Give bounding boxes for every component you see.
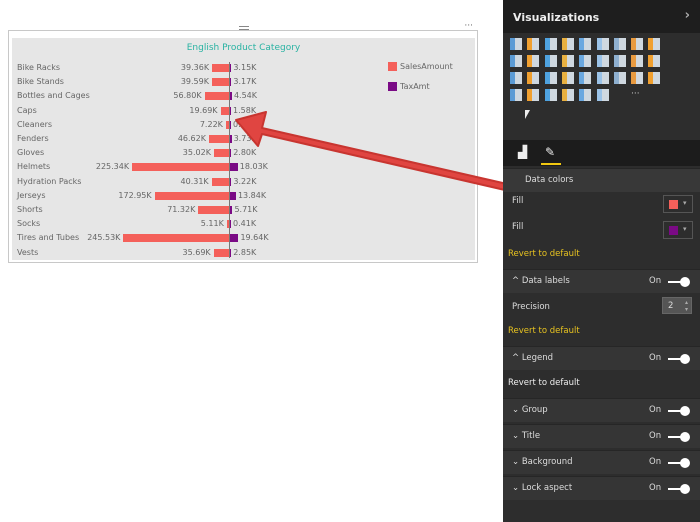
data-labels-toggle[interactable] (668, 277, 690, 287)
precision-value: 2 (668, 301, 674, 311)
kpi-visual-icon[interactable] (596, 72, 609, 84)
mouse-cursor-icon (525, 110, 530, 119)
filled-map-visual-icon[interactable] (510, 72, 522, 84)
fill-label-taxamt: Fill (512, 222, 524, 232)
precision-label: Precision (512, 302, 550, 312)
revert-legend-link[interactable]: Revert to default (508, 378, 580, 388)
section-title: Data labels (521, 276, 570, 286)
toggle-label: On (649, 457, 662, 467)
precision-spinner[interactable]: 2 ▴ ▾ (662, 297, 692, 314)
slicer-visual-icon[interactable] (613, 72, 626, 84)
clustered-column-visual-icon[interactable] (561, 38, 574, 50)
section-title: Group (521, 405, 548, 415)
stacked-column-visual-icon[interactable] (527, 38, 540, 50)
line-clustered-visual-icon[interactable] (510, 55, 522, 67)
map-visual-icon[interactable] (613, 55, 626, 67)
format-paintbrush-tab-icon[interactable]: ✎ (545, 145, 555, 159)
gauge-visual-icon[interactable] (544, 72, 557, 84)
clustered-bar-visual-icon[interactable] (544, 38, 557, 50)
section-title: Lock aspect (521, 483, 573, 493)
100-bar-visual-icon[interactable] (579, 38, 592, 50)
section-title: Legend (521, 353, 554, 363)
table-alt-visual-icon[interactable] (648, 72, 661, 84)
pane-title: Visualizations (513, 11, 600, 24)
revert-data-colors-link[interactable]: Revert to default (508, 249, 580, 259)
pane-header: Visualizations › (503, 0, 700, 33)
custom-d-visual-icon[interactable] (596, 89, 609, 101)
area-visual-icon[interactable] (631, 38, 644, 50)
custom-b-visual-icon[interactable] (561, 89, 574, 101)
collapse-chevron-icon[interactable]: › (685, 8, 690, 23)
custom-c-visual-icon[interactable] (579, 89, 592, 101)
section-group[interactable]: ⌄ Group On (503, 398, 700, 422)
toggle-label: On (649, 405, 662, 415)
funnel-visual-icon[interactable] (527, 72, 540, 84)
section-title[interactable]: ⌄ Title On (503, 424, 700, 448)
100-column-visual-icon[interactable] (596, 38, 609, 50)
line-column-visual-icon[interactable] (648, 38, 661, 50)
fill-color-picker-salesamount[interactable]: ▾ (663, 195, 693, 213)
waterfall-visual-icon[interactable] (544, 55, 557, 67)
toggle-label: On (649, 353, 662, 363)
section-title: Title (521, 431, 541, 441)
scatter-visual-icon[interactable] (561, 55, 574, 67)
arcgis-visual-icon[interactable] (510, 89, 522, 101)
stacked-bar-visual-icon[interactable] (510, 38, 522, 50)
active-tab-underline (541, 163, 561, 165)
title-toggle[interactable] (668, 432, 690, 442)
line-visual-icon[interactable] (613, 38, 626, 50)
multirow-card-visual-icon[interactable] (561, 72, 574, 84)
ribbon-visual-icon[interactable] (527, 55, 540, 67)
toggle-label: On (649, 276, 662, 286)
pane-tabs: ▟ ✎ (503, 140, 700, 166)
matrix-visual-icon[interactable] (648, 55, 661, 67)
card-visual-icon[interactable] (579, 72, 592, 84)
section-lock-aspect[interactable]: ⌄ Lock aspect On (503, 476, 700, 500)
section-legend[interactable]: ^ Legend On (503, 346, 700, 370)
legend-toggle[interactable] (668, 354, 690, 364)
treemap-visual-icon[interactable] (596, 55, 609, 67)
section-data-colors[interactable]: Data colors (503, 168, 700, 192)
pie-visual-icon[interactable] (579, 55, 592, 67)
background-toggle[interactable] (668, 458, 690, 468)
lock-aspect-toggle[interactable] (668, 484, 690, 494)
visualizations-pane: Visualizations › ··· ▟ ✎ Data colors Fill… (503, 0, 700, 522)
toggle-label: On (649, 483, 662, 493)
donut-visual-icon[interactable] (631, 72, 644, 84)
custom-a-visual-icon[interactable] (544, 89, 557, 101)
revert-data-labels-link[interactable]: Revert to default (508, 326, 580, 336)
fields-tab-icon[interactable]: ▟ (518, 145, 527, 159)
globe-map-visual-icon[interactable] (527, 89, 540, 101)
section-title: Background (521, 457, 573, 467)
section-title: Data colors (525, 175, 574, 185)
toggle-label: On (649, 431, 662, 441)
fill-color-picker-taxamt[interactable]: ▾ (663, 221, 693, 239)
more-visuals-icon[interactable]: ··· (631, 89, 640, 99)
section-data-labels[interactable]: ^ Data labels On (503, 269, 700, 293)
section-background[interactable]: ⌄ Background On (503, 450, 700, 474)
table-visual-icon[interactable] (631, 55, 644, 67)
fill-label-salesamount: Fill (512, 196, 524, 206)
group-toggle[interactable] (668, 406, 690, 416)
